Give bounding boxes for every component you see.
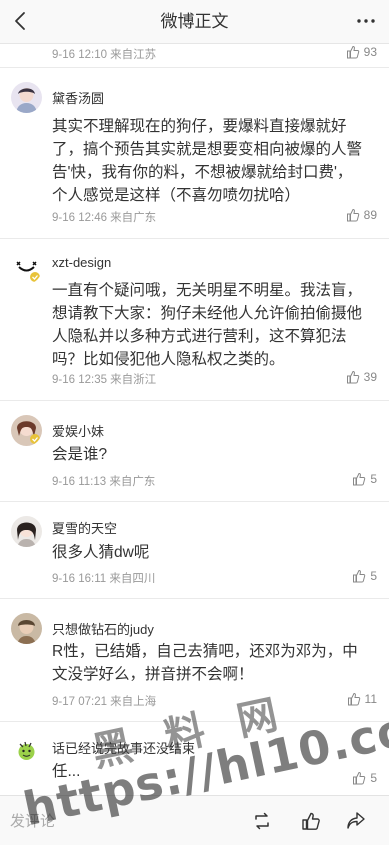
comment-item: xzt-design 一直有个疑问哦，无关明星不明星。我法盲， 想请教下大家：狗… — [0, 239, 389, 401]
thumb-up-icon — [346, 45, 359, 59]
like-button[interactable]: 89 — [346, 208, 377, 222]
comment-text: R性，已结婚，自己去猜吧，还邓为邓为，中 文没学好么，拼音拼不会啊！ — [52, 643, 358, 683]
repost-icon[interactable] — [251, 810, 273, 832]
comment-list: 9-16 12:10 来自江苏 93 黛香汤圆 其实不理解现在的狗仔，要爆料直接… — [0, 44, 389, 802]
avatar[interactable] — [11, 82, 42, 113]
share-icon[interactable] — [345, 810, 367, 832]
like-button[interactable]: 5 — [352, 771, 377, 785]
thumb-up-icon — [353, 771, 366, 785]
comment-meta: 9-17 07:21 来自上海 — [52, 696, 157, 708]
avatar[interactable] — [11, 734, 42, 765]
like-count: 39 — [363, 370, 377, 384]
thumb-up-icon — [346, 208, 359, 222]
comment-meta: 9-16 12:46 来自广东 — [52, 212, 157, 224]
comment-meta: 9-16 16:11 来自四川 — [52, 573, 156, 585]
comment-item: 夏雪的天空 很多人猜dw呢 9-16 16:11 来自四川 5 — [0, 502, 389, 599]
comment-meta: 9-16 12:10 来自江苏 — [52, 49, 157, 61]
comment-item: 爱娱小妹 会是谁? 9-16 11:13 来自广东 5 — [0, 401, 389, 502]
avatar[interactable] — [11, 415, 42, 446]
user-name[interactable]: 黛香汤圆 — [52, 88, 104, 107]
user-name[interactable]: xzt-design — [52, 255, 111, 270]
like-count: 11 — [364, 692, 377, 706]
comment-item: 黛香汤圆 其实不理解现在的狗仔，要爆料直接爆就好 了，搞个预告其实就是想要变相向… — [0, 68, 389, 239]
comment-text: 会是谁? — [52, 446, 108, 463]
like-button[interactable]: 93 — [346, 45, 377, 59]
user-name[interactable]: 爱娱小妹 — [52, 421, 104, 440]
comment-text: 其实不理解现在的狗仔，要爆料直接爆就好 了，搞个预告其实就是想要变相向被爆的人警… — [52, 118, 363, 204]
like-count: 93 — [363, 45, 377, 59]
user-name[interactable]: 夏雪的天空 — [52, 518, 117, 537]
partial-comment: 9-16 12:10 来自江苏 93 — [0, 44, 389, 68]
comment-meta: 9-16 12:35 来自浙江 — [52, 374, 157, 386]
thumb-up-icon — [353, 472, 366, 486]
like-button[interactable]: 39 — [346, 370, 377, 384]
comment-item: 只想做钻石的judy R性，已结婚，自己去猜吧，还邓为邓为，中 文没学好么，拼音… — [0, 599, 389, 722]
comment-meta: 9-16 11:13 来自广东 — [52, 476, 156, 488]
top-bar: 微博正文 — [0, 0, 389, 44]
like-icon[interactable] — [300, 810, 322, 832]
bottom-bar — [0, 795, 389, 845]
comment-text: 一直有个疑问哦，无关明星不明星。我法盲， 想请教下大家：狗仔未经他人允许偷拍偷摄… — [52, 282, 363, 368]
thumb-up-icon — [347, 692, 360, 706]
like-button[interactable]: 5 — [352, 569, 377, 583]
more-dots-icon[interactable] — [355, 10, 377, 32]
reply-input[interactable] — [10, 806, 220, 836]
like-count: 89 — [363, 208, 377, 222]
like-count: 5 — [370, 771, 377, 785]
like-button[interactable]: 11 — [347, 692, 377, 706]
comment-item: 话已经说完故事还没结束 任... 5 — [0, 722, 389, 802]
user-name[interactable]: 话已经说完故事还没结束 — [52, 738, 195, 757]
comment-text: 很多人猜dw呢 — [52, 544, 150, 561]
avatar[interactable] — [11, 516, 42, 547]
avatar[interactable] — [11, 613, 42, 644]
like-count: 5 — [370, 569, 377, 583]
avatar[interactable] — [11, 253, 42, 284]
comment-text: 任... — [52, 763, 81, 780]
page-title: 微博正文 — [160, 12, 229, 31]
thumb-up-icon — [346, 370, 359, 384]
like-count: 5 — [370, 472, 377, 486]
like-button[interactable]: 5 — [352, 472, 377, 486]
thumb-up-icon — [353, 569, 366, 583]
user-name[interactable]: 只想做钻石的judy — [52, 619, 154, 638]
